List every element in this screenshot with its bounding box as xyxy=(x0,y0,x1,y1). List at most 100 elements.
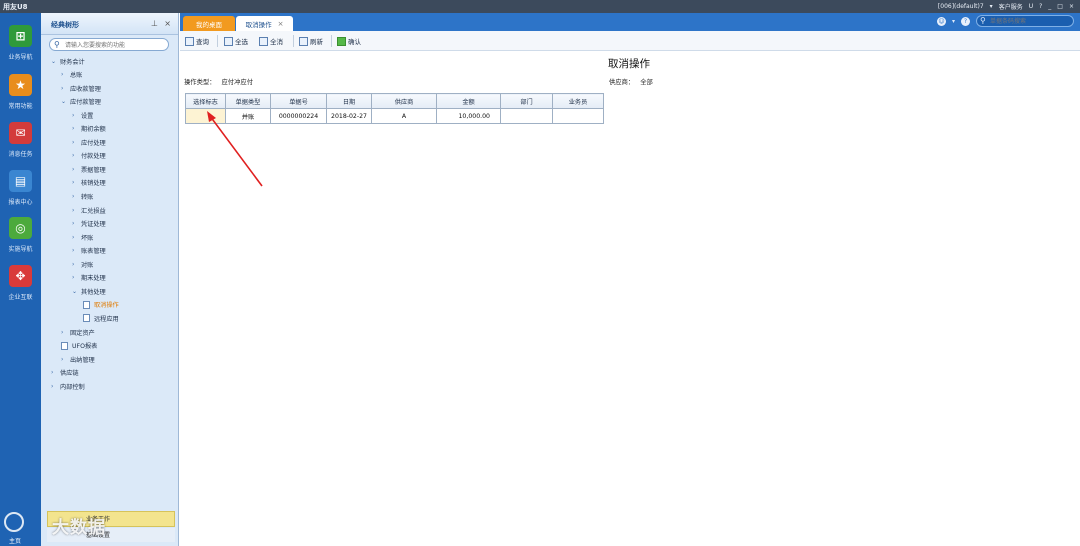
chevron-down-icon[interactable]: ⌄ xyxy=(51,58,60,65)
help-icon[interactable]: ? xyxy=(1039,3,1042,10)
customer-service-button[interactable]: 客户服务 xyxy=(999,2,1023,11)
tree-node[interactable]: › 付款处理 xyxy=(72,150,106,162)
chevron-right-icon[interactable]: › xyxy=(72,125,81,132)
refresh-button[interactable]: 刷新 xyxy=(299,35,323,47)
col-header-date[interactable]: 日期 xyxy=(326,93,372,109)
tree-node[interactable]: › 应收款管理 xyxy=(61,82,101,94)
chevron-right-icon[interactable]: › xyxy=(72,179,81,186)
pin-icon[interactable]: ⊥ xyxy=(151,19,158,28)
chevron-right-icon[interactable]: › xyxy=(72,274,81,281)
chevron-right-icon[interactable]: › xyxy=(72,261,81,268)
rail-item-favorites[interactable]: ★ 常用功能 xyxy=(0,74,41,118)
compass-icon: ◎ xyxy=(9,217,32,239)
tree-node[interactable]: 远程应用 xyxy=(83,312,119,324)
chevron-right-icon[interactable]: › xyxy=(61,329,70,336)
tree-node[interactable]: › 对账 xyxy=(72,258,93,270)
tree-node[interactable]: › 坏账 xyxy=(72,231,93,243)
cell-date[interactable]: 2018-02-27 xyxy=(326,108,372,124)
tree-node[interactable]: › 期末处理 xyxy=(72,272,106,284)
chevron-right-icon[interactable]: › xyxy=(72,234,81,241)
tab-my-desktop[interactable]: 我的桌面 xyxy=(183,16,235,31)
close-icon[interactable]: × xyxy=(1069,3,1074,10)
chevron-down-icon[interactable]: ▾ xyxy=(952,18,955,25)
tree-search-input[interactable] xyxy=(65,40,165,50)
tree-node[interactable]: › 汇兑损益 xyxy=(72,204,106,216)
account-info: [006](default)7 xyxy=(937,3,984,10)
tree-node[interactable]: › 期初余额 xyxy=(72,123,106,135)
tree-node[interactable]: › 固定资产 xyxy=(61,326,95,338)
tree-node[interactable]: › 内部控制 xyxy=(51,380,85,392)
cell-salesperson[interactable] xyxy=(552,108,604,124)
menu-search[interactable]: ⚲ xyxy=(976,15,1074,27)
close-icon[interactable]: × xyxy=(164,19,171,28)
tree-node[interactable]: ⌄ 应付款管理 xyxy=(61,96,101,108)
chevron-right-icon[interactable]: › xyxy=(72,207,81,214)
confirm-button[interactable]: 确认 xyxy=(337,35,361,47)
tree-node-label: 核销处理 xyxy=(81,180,106,188)
chevron-down-icon[interactable]: ⌄ xyxy=(61,98,70,105)
minimize-icon[interactable]: _ xyxy=(1048,3,1051,10)
col-header-select-flag[interactable]: 选择标志 xyxy=(185,93,226,109)
deselect-all-button[interactable]: 全消 xyxy=(259,35,283,47)
chevron-right-icon[interactable]: › xyxy=(51,383,60,390)
col-header-amount[interactable]: 金额 xyxy=(436,93,501,109)
tree-node[interactable]: › 账表管理 xyxy=(72,245,106,257)
col-header-dept[interactable]: 部门 xyxy=(500,93,553,109)
menu-search-input[interactable] xyxy=(990,17,1070,26)
chevron-right-icon[interactable]: › xyxy=(72,139,81,146)
tree-node[interactable]: › 应付处理 xyxy=(72,136,106,148)
tree-node[interactable]: 取消操作 xyxy=(83,299,119,311)
tree-node[interactable]: ⌄ 财务会计 xyxy=(51,55,85,67)
tree-node[interactable]: › 总账 xyxy=(61,69,82,81)
rail-label: 业务导航 xyxy=(8,54,33,61)
tree-node[interactable]: ⌄ 其他处理 xyxy=(72,285,106,297)
smiley-icon[interactable]: ☺ xyxy=(936,16,946,26)
home-label[interactable]: 主页 xyxy=(9,536,21,545)
tab-bar-tools: ☺ ▾ ? ⚲ xyxy=(936,15,1074,27)
chevron-right-icon[interactable]: › xyxy=(61,71,70,78)
chevron-right-icon[interactable]: › xyxy=(72,112,81,119)
rail-item-business-nav[interactable]: ⊞ 业务导航 xyxy=(0,25,41,69)
chevron-right-icon[interactable]: › xyxy=(72,166,81,173)
close-tab-icon[interactable]: × xyxy=(278,20,284,28)
tree-search[interactable]: ⚲ xyxy=(49,38,169,51)
query-button[interactable]: 查询 xyxy=(185,35,209,47)
col-header-salesperson[interactable]: 业务员 xyxy=(552,93,604,109)
rail-item-reports[interactable]: ▤ 报表中心 xyxy=(0,170,41,214)
chevron-right-icon[interactable]: › xyxy=(72,152,81,159)
col-header-doc-type[interactable]: 单据类型 xyxy=(225,93,271,109)
chevron-down-icon[interactable]: ⌄ xyxy=(72,288,81,295)
tree-node[interactable]: UFO报表 xyxy=(61,340,97,352)
chevron-right-icon[interactable]: › xyxy=(51,369,60,376)
tree-node-label: 其他处理 xyxy=(81,288,106,296)
rail-item-messages[interactable]: ✉ 消息任务 xyxy=(0,122,41,166)
tree-node[interactable]: › 出纳管理 xyxy=(61,353,95,365)
tree-node[interactable]: › 票据管理 xyxy=(72,163,106,175)
cell-dept[interactable] xyxy=(500,108,553,124)
chevron-right-icon[interactable]: › xyxy=(61,85,70,92)
tab-cancel-operation[interactable]: 取消操作 × xyxy=(236,16,293,31)
tree-node[interactable]: › 凭证处理 xyxy=(72,218,106,230)
chevron-right-icon[interactable]: › xyxy=(72,220,81,227)
star-icon: ★ xyxy=(9,74,32,96)
tree-node[interactable]: › 供应链 xyxy=(51,367,79,379)
help-u-icon[interactable]: U xyxy=(1029,3,1033,10)
rail-item-enterprise[interactable]: ✥ 企业互联 xyxy=(0,265,41,309)
select-all-button[interactable]: 全选 xyxy=(224,35,248,47)
tree-node[interactable]: › 转账 xyxy=(72,191,93,203)
col-header-supplier[interactable]: 供应商 xyxy=(371,93,437,109)
tree-node[interactable]: › 核销处理 xyxy=(72,177,106,189)
cell-doc-no[interactable]: 0000000224 xyxy=(270,108,327,124)
col-header-doc-no[interactable]: 单据号 xyxy=(270,93,327,109)
chevron-right-icon[interactable]: › xyxy=(72,247,81,254)
help-icon[interactable]: ? xyxy=(961,16,970,26)
cell-amount[interactable]: 10,000.00 xyxy=(436,108,501,124)
cell-supplier[interactable]: A xyxy=(371,108,437,124)
rail-item-implementation[interactable]: ◎ 实施导航 xyxy=(0,217,41,261)
chevron-right-icon[interactable]: › xyxy=(61,356,70,363)
maximize-icon[interactable]: □ xyxy=(1057,3,1063,10)
chevron-right-icon[interactable]: › xyxy=(72,193,81,200)
tree-node[interactable]: › 设置 xyxy=(72,109,93,121)
supplier-value: 全部 xyxy=(640,79,653,86)
dropdown-icon[interactable]: ▾ xyxy=(990,3,993,10)
